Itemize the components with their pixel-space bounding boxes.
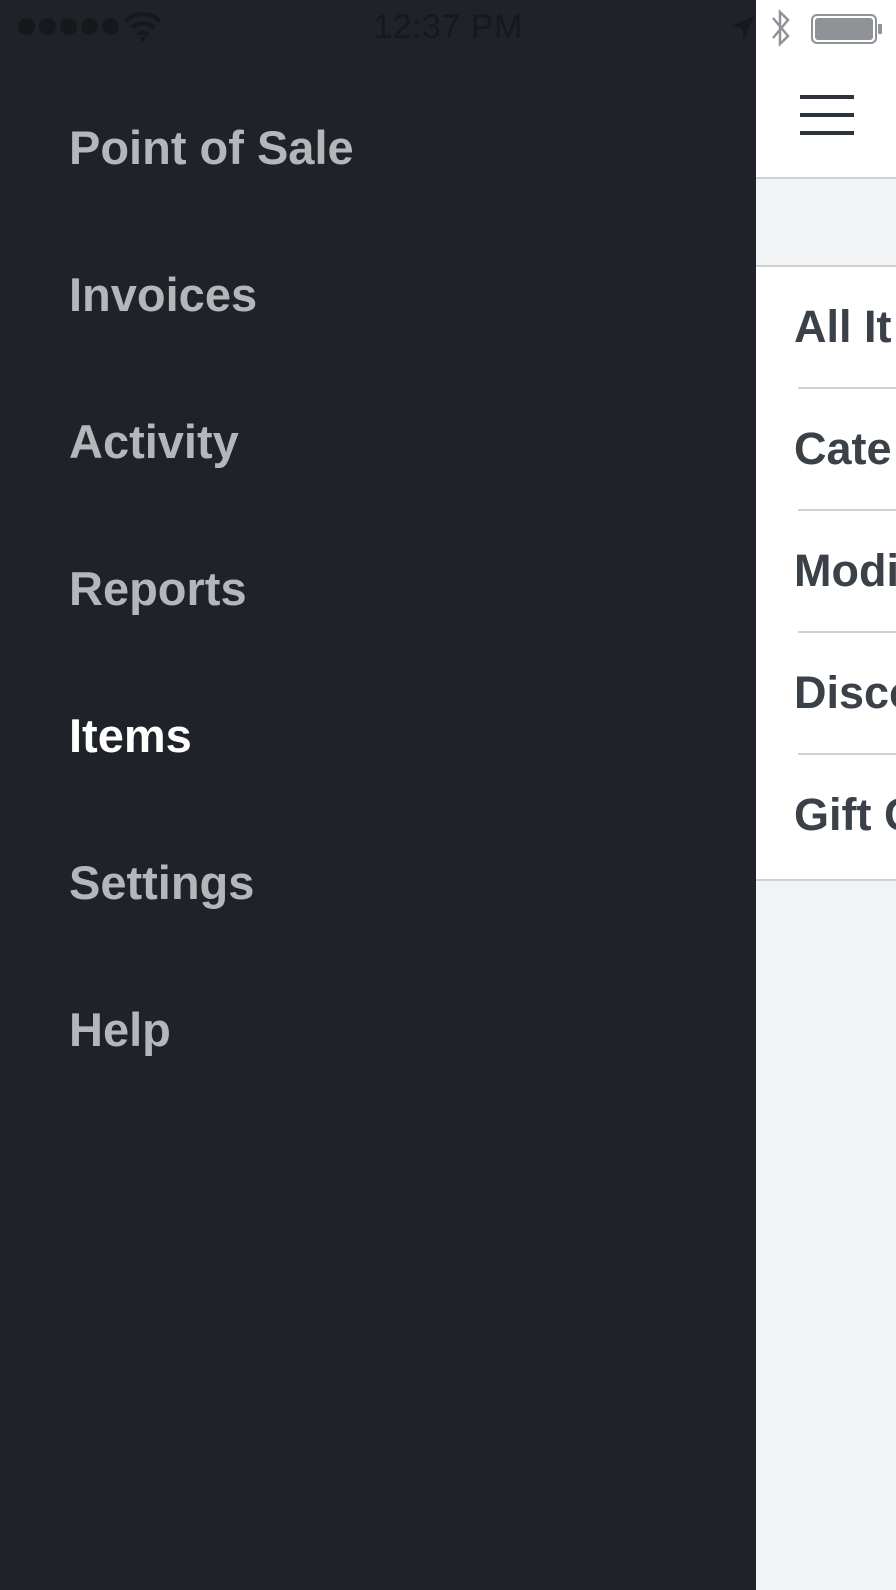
nav-header [756, 0, 896, 179]
drawer-item-settings[interactable]: Settings [69, 855, 254, 910]
list-item-categories[interactable]: Cate [756, 389, 896, 511]
drawer-item-point-of-sale[interactable]: Point of Sale [69, 120, 354, 175]
list-item-discounts[interactable]: Disco [756, 633, 896, 755]
drawer-item-items[interactable]: Items [69, 708, 192, 763]
items-list: All It Cate Modi Disco Gift C [756, 265, 896, 881]
drawer-item-reports[interactable]: Reports [69, 561, 247, 616]
drawer-item-help[interactable]: Help [69, 1002, 171, 1057]
list-item-label: All It [794, 301, 892, 352]
list-item-label: Disco [794, 667, 896, 718]
side-drawer: Point of Sale Invoices Activity Reports … [0, 0, 756, 1590]
list-item-label: Gift C [794, 789, 896, 840]
list-item-label: Modi [794, 545, 896, 596]
main-panel: All It Cate Modi Disco Gift C [756, 0, 896, 1590]
list-item-modifiers[interactable]: Modi [756, 511, 896, 633]
list-item-gift-cards[interactable]: Gift C [756, 755, 896, 877]
drawer-item-invoices[interactable]: Invoices [69, 267, 257, 322]
hamburger-menu-icon[interactable] [800, 95, 854, 142]
drawer-item-activity[interactable]: Activity [69, 414, 239, 469]
list-item-label: Cate [794, 423, 892, 474]
list-item-all-items[interactable]: All It [756, 267, 896, 389]
